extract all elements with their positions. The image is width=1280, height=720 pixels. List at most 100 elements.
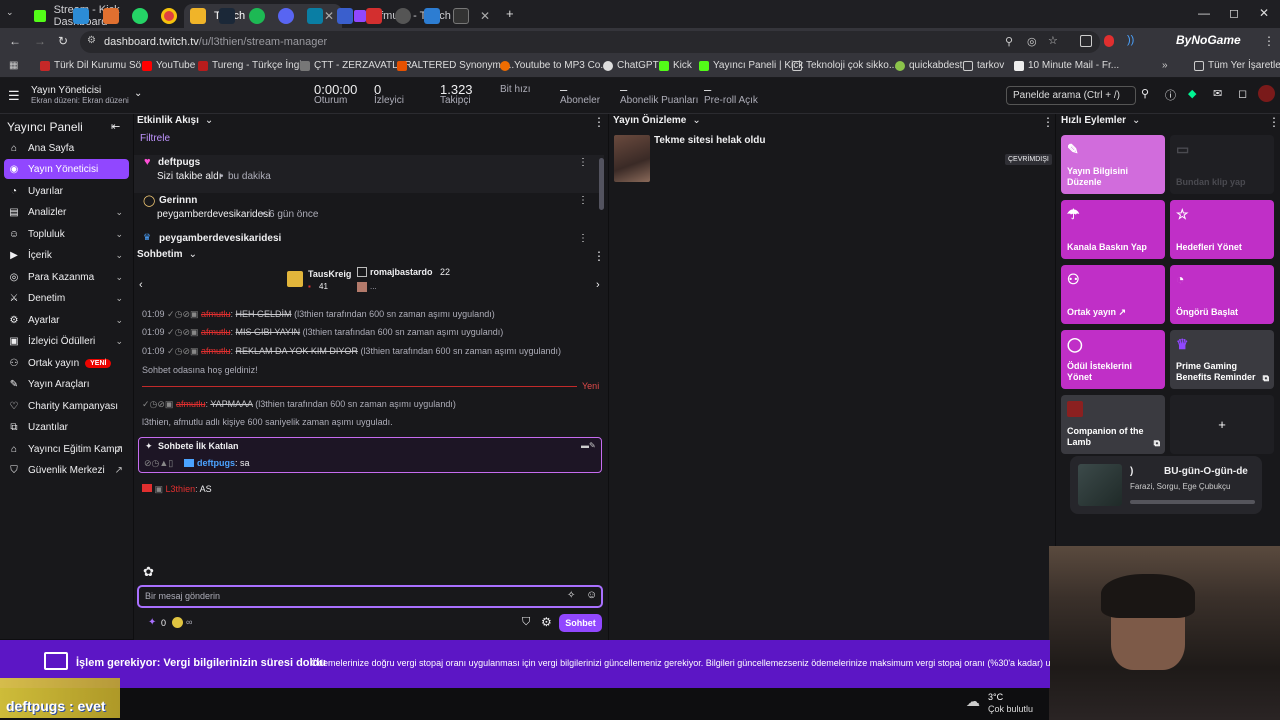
- chevron-down-icon[interactable]: ⌄: [134, 88, 142, 99]
- chat-message[interactable]: 01:09 ✓◷⊘▣ afmutlu: HEH GELDİM (l3thien …: [142, 309, 495, 320]
- scrollbar[interactable]: [599, 158, 604, 210]
- mod-actions-icon[interactable]: ⊘◷▲▯: [144, 458, 173, 469]
- sidebar-item-community[interactable]: ☺ Topluluk ⌄: [4, 224, 129, 244]
- spotify-icon[interactable]: [249, 8, 265, 24]
- close-window-button[interactable]: ✕: [1259, 6, 1269, 20]
- song-progress-bar[interactable]: [1130, 500, 1255, 504]
- kebab-menu-icon[interactable]: ⋮: [1268, 115, 1280, 129]
- sidebar-item-moderation[interactable]: ⚔ Denetim ⌄: [4, 288, 129, 308]
- inbox-icon[interactable]: ✉: [1213, 87, 1222, 100]
- forward-icon[interactable]: →: [34, 34, 46, 48]
- bookmark-item[interactable]: Türk Dil Kurumu Sö...: [40, 60, 150, 71]
- notifications-icon[interactable]: ◻: [1238, 87, 1247, 100]
- quick-action-prediction[interactable]: ◔ Öngörü Başlat: [1170, 265, 1274, 324]
- mod-actions-icon[interactable]: ✓◷⊘▣: [167, 346, 198, 356]
- activity-item[interactable]: ♛ peygamberdevesikaridesi ⋮: [134, 231, 604, 246]
- sidebar-item-analytics[interactable]: ▤ Analizler ⌄: [4, 202, 129, 222]
- kebab-menu-icon[interactable]: ⋮: [578, 195, 588, 206]
- bookmark-star-icon[interactable]: ☆: [1048, 34, 1058, 47]
- activity-item[interactable]: ♥ deftpugs Sizi takibe aldı • bu dakika …: [134, 155, 604, 193]
- close-icon[interactable]: ✕: [480, 9, 490, 23]
- chat-message[interactable]: 01:09 ✓◷⊘▣ afmutlu: MIS GIBI YAYIN (l3th…: [142, 327, 503, 338]
- sidebar-item-alerts[interactable]: ◔ Uyarılar: [4, 181, 129, 201]
- app-icon[interactable]: [337, 8, 353, 24]
- activity-item[interactable]: ◯ Gerinnn peygamberdevesikaridesi • 6 gü…: [134, 193, 604, 231]
- extension-icon[interactable]: [1080, 35, 1092, 47]
- reload-icon[interactable]: ↻: [58, 34, 68, 48]
- dashboard-search-input[interactable]: Panelde arama (Ctrl + /): [1006, 86, 1136, 105]
- zoom-icon[interactable]: ⚲: [1005, 35, 1013, 48]
- kebab-menu-icon[interactable]: ⋮: [1042, 115, 1054, 129]
- kebab-menu-icon[interactable]: ⋮: [593, 115, 605, 129]
- maximize-button[interactable]: ◻: [1229, 6, 1239, 20]
- kebab-menu-icon[interactable]: ⋮: [578, 157, 588, 168]
- avatar[interactable]: [1258, 85, 1275, 102]
- tab-list-chevron-icon[interactable]: ⌄: [6, 7, 14, 18]
- chat-user[interactable]: afmutlu: [201, 346, 231, 356]
- bookmark-item[interactable]: ChatGPT: [603, 60, 659, 71]
- sidebar-item-safety[interactable]: ⛉ Güvenlik Merkezi ↗: [4, 460, 129, 480]
- bookmark-item[interactable]: quickabdest: [895, 60, 962, 71]
- steam-icon[interactable]: [219, 8, 235, 24]
- chat-bot-icon[interactable]: ✿: [143, 564, 154, 580]
- sidebar-item-monetization[interactable]: ◎ Para Kazanma ⌄: [4, 267, 129, 287]
- url-bar[interactable]: ⚙ dashboard.twitch.tv/u/l3thien/stream-m…: [80, 31, 1100, 53]
- quick-action-rewards[interactable]: ◯ Ödül İsteklerini Yönet: [1061, 330, 1165, 389]
- translate-icon[interactable]: )): [1127, 34, 1134, 46]
- bits-icon[interactable]: ✧: [567, 590, 575, 601]
- activity-feed-header[interactable]: Etkinlik Akışı ⌄: [137, 115, 213, 126]
- app-icon[interactable]: [103, 8, 119, 24]
- bookmark-item[interactable]: tarkov: [963, 60, 1004, 71]
- collapse-sidebar-icon[interactable]: ⇤: [111, 120, 120, 133]
- leaderboard-next-icon[interactable]: ›: [596, 279, 600, 291]
- all-bookmarks[interactable]: Tüm Yer İşaretleri: [1194, 60, 1280, 71]
- terminal-icon[interactable]: [453, 8, 469, 24]
- quick-actions-header[interactable]: Hızlı Eylemler ⌄: [1061, 115, 1140, 126]
- menu-kebab-icon[interactable]: ⋮: [1263, 34, 1275, 48]
- quick-action-companion[interactable]: Companion of the Lamb ⧉: [1061, 395, 1165, 454]
- first-chatter-card[interactable]: ✦ Sohbete İlk Katılan ▬✎ ⊘◷▲▯ deftpugs :…: [138, 437, 602, 473]
- obs-icon[interactable]: [395, 8, 411, 24]
- new-tab-button[interactable]: +: [506, 6, 514, 21]
- bookmark-item[interactable]: ALTERED Synonyms...: [397, 60, 514, 71]
- quick-action-prime-reminder[interactable]: ♛ Prime Gaming Benefits Reminder ⧉: [1170, 330, 1274, 389]
- bookmark-item[interactable]: Youtube to MP3 Co...: [500, 60, 609, 71]
- quick-action-raid[interactable]: ☂ Kanala Baskın Yap: [1061, 200, 1165, 259]
- more-bookmarks-icon[interactable]: »: [1162, 60, 1168, 71]
- chat-message[interactable]: ▣ L3thien: AS: [142, 484, 212, 495]
- sidebar-item-charity[interactable]: ♡ Charity Kampanyası: [4, 396, 129, 416]
- sidebar-item-extensions[interactable]: ⧉ Uzantılar: [4, 417, 129, 437]
- edge-icon[interactable]: [73, 8, 89, 24]
- channel-points-icon[interactable]: ✦: [148, 617, 156, 628]
- emote-picker-icon[interactable]: ☺: [586, 589, 597, 601]
- preview-header[interactable]: Yayın Önizleme ⌄: [613, 115, 701, 126]
- record-extension-icon[interactable]: [1104, 35, 1114, 47]
- eye-off-icon[interactable]: ◎: [1027, 35, 1037, 48]
- minimize-button[interactable]: —: [1198, 6, 1210, 20]
- quick-action-goals[interactable]: ☆ Hedefleri Yönet: [1170, 200, 1274, 259]
- sidebar-item-tools[interactable]: ✎ Yayın Araçları: [4, 374, 129, 394]
- back-icon[interactable]: ←: [9, 34, 21, 48]
- kebab-menu-icon[interactable]: ⋮: [578, 233, 588, 244]
- chrome-icon[interactable]: [161, 8, 177, 24]
- chat-input[interactable]: Bir mesaj gönderin ✧ ☺: [137, 585, 603, 608]
- discord-icon[interactable]: [278, 8, 294, 24]
- help-icon[interactable]: ⓘ: [1165, 87, 1176, 103]
- mod-actions-icon[interactable]: ✓◷⊘▣: [167, 327, 198, 337]
- bookmark-item[interactable]: Tureng - Türkçe İngi...: [198, 60, 310, 71]
- add-quick-action-button[interactable]: +: [1170, 395, 1274, 454]
- edit-icon[interactable]: ▬✎: [581, 441, 596, 450]
- chat-header[interactable]: Sohbetim ⌄: [137, 249, 197, 260]
- quick-action-clip[interactable]: ▭ Bundan klip yap: [1170, 135, 1274, 194]
- bookmark-item[interactable]: ÇTT - ZERZAVATLAR: [300, 60, 412, 71]
- gear-icon[interactable]: ⚙: [541, 615, 552, 629]
- close-icon[interactable]: ✕: [324, 9, 334, 23]
- prime-diamond-icon[interactable]: ◆: [1188, 87, 1196, 100]
- bookmark-item[interactable]: Yayıncı Paneli | Kick: [699, 60, 803, 71]
- acrobat-icon[interactable]: [366, 8, 382, 24]
- filter-link[interactable]: Filtrele: [140, 133, 170, 144]
- sidebar-item-bootcamp[interactable]: ⌂ Yayıncı Eğitim Kampı ↗: [4, 439, 129, 459]
- sidebar-item-coop[interactable]: ⚇ Ortak yayın YENİ: [4, 353, 129, 373]
- bookmark-item[interactable]: YouTube: [142, 60, 195, 71]
- sidebar-item-home[interactable]: ⌂ Ana Sayfa: [4, 138, 129, 158]
